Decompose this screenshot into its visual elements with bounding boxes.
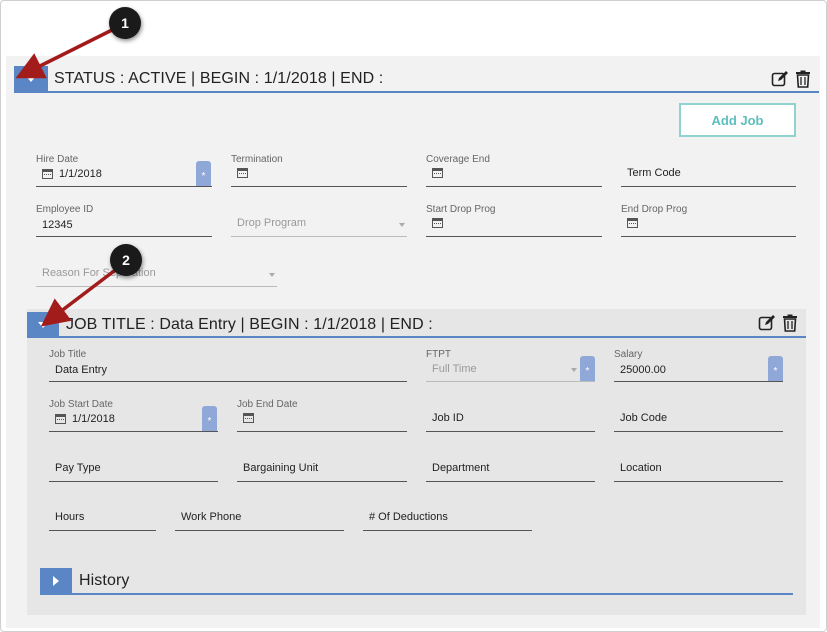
callout-arrow-1 <box>15 28 113 79</box>
callout-arrows <box>15 28 120 327</box>
callout-badge-1: 1 <box>109 7 141 39</box>
callout-arrow-2 <box>40 266 120 327</box>
callout-badge-2: 2 <box>110 244 142 276</box>
